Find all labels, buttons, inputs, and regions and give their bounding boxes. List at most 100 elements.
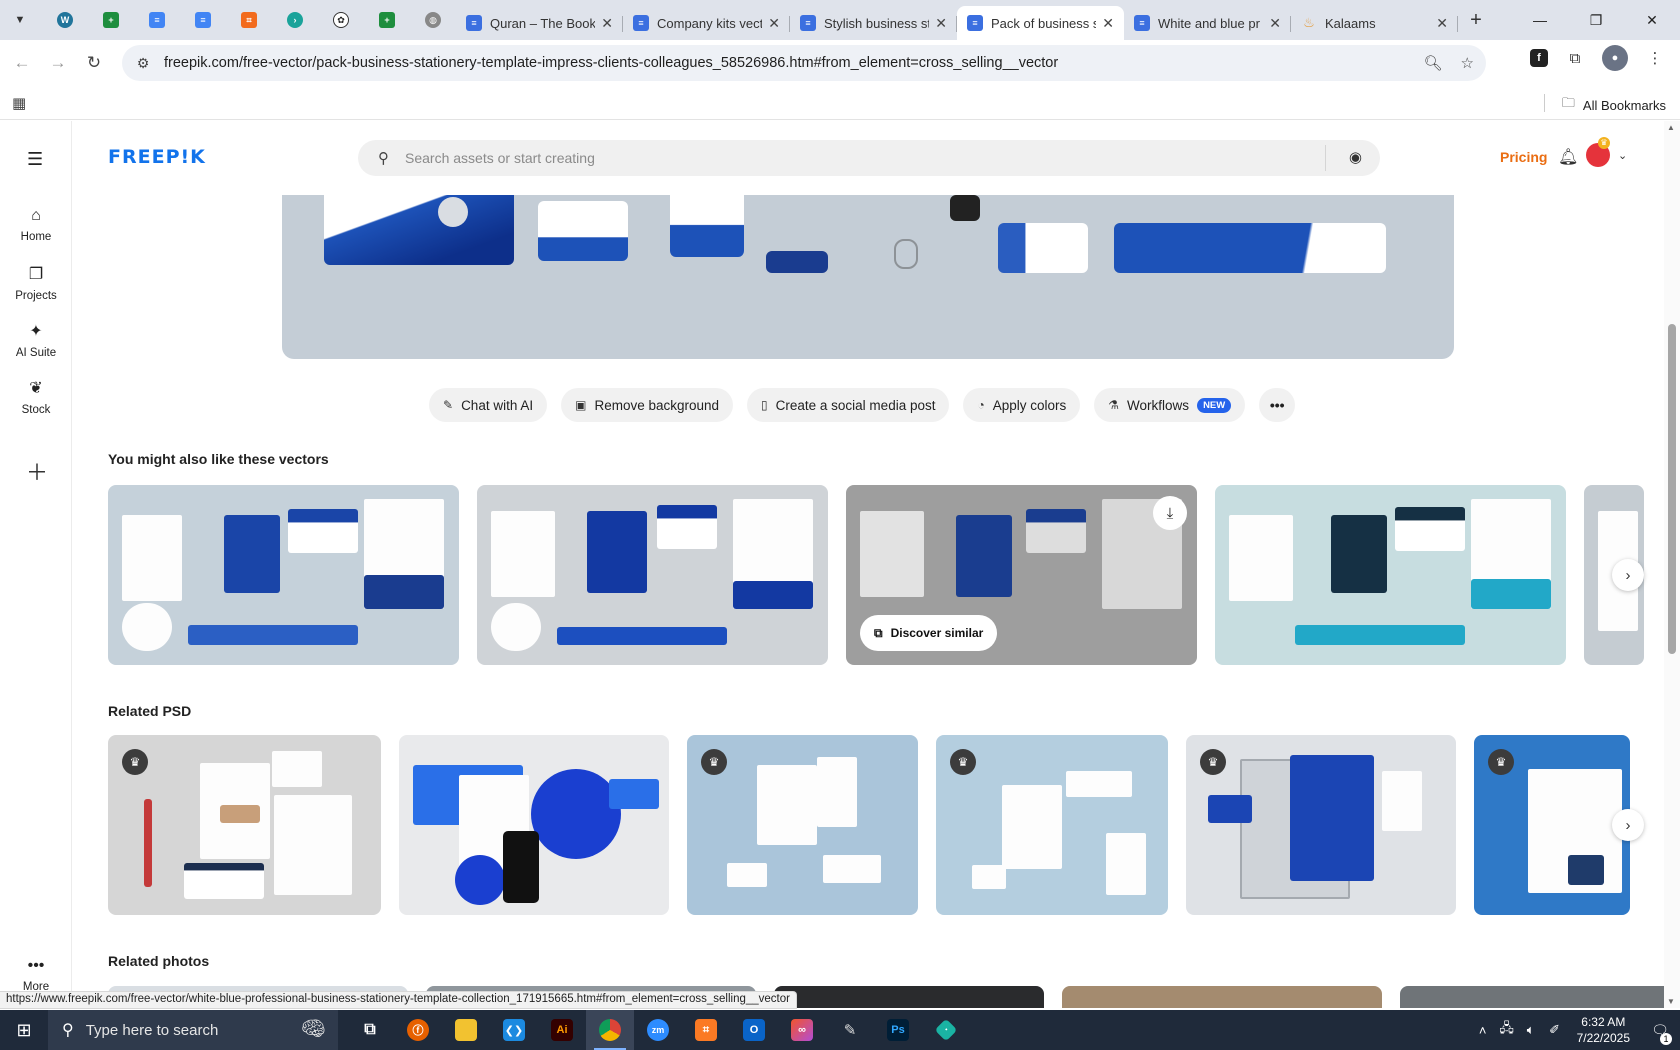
extension-f-icon[interactable]: f [1530, 49, 1548, 67]
notification-bell-icon[interactable]: 🔔︎ [1558, 147, 1578, 167]
chat-with-ai-button[interactable]: ✎ Chat with AI [429, 388, 548, 422]
user-avatar[interactable]: ♛ [1586, 137, 1610, 167]
zoom-icon[interactable]: 🔍︎ [1424, 54, 1443, 72]
vscode-icon[interactable]: ❮❯ [490, 1010, 538, 1050]
sidebar-item-home[interactable]: ⌂ Home [0, 207, 72, 243]
pricing-link[interactable]: Pricing [1500, 149, 1547, 165]
pinned-tab-wordpress[interactable]: W [42, 5, 88, 35]
tab-white-and-blue[interactable]: ≡ White and blue pr ✕ [1124, 7, 1291, 39]
photo-card[interactable] [1400, 986, 1664, 1008]
freepik-logo[interactable]: FREEP!K [108, 146, 206, 168]
photo-card[interactable] [1062, 986, 1382, 1008]
pinned-tab-arrow[interactable]: › [272, 5, 318, 35]
bookmark-star-icon[interactable]: ☆ [1461, 54, 1474, 72]
close-icon[interactable]: ✕ [1436, 15, 1448, 32]
tab-stylish-business[interactable]: ≡ Stylish business st ✕ [790, 7, 957, 39]
page-scrollbar[interactable]: ▲ ▼ [1664, 121, 1680, 1008]
all-bookmarks[interactable]: 🗀 All Bookmarks [1543, 94, 1666, 116]
outlook-icon[interactable]: O [730, 1010, 778, 1050]
psd-card[interactable]: ♛ [687, 735, 918, 915]
address-bar[interactable]: ⚙ freepik.com/free-vector/pack-business-… [122, 45, 1486, 81]
search-input[interactable] [405, 150, 1305, 166]
discover-similar-button[interactable]: ⧉ Discover similar [860, 615, 998, 651]
scrollbar-thumb[interactable] [1668, 324, 1676, 654]
forward-icon[interactable]: → [40, 45, 76, 81]
psd-card[interactable]: ♛ [936, 735, 1168, 915]
apps-grid-icon[interactable]: ▦ [12, 94, 26, 112]
pen-tool-icon[interactable]: ✎ [826, 1010, 874, 1050]
workflows-button[interactable]: ⚗ Workflows NEW [1094, 388, 1246, 422]
search-bar[interactable]: ⚲ ◉ [358, 140, 1380, 176]
photo-card[interactable] [774, 986, 1044, 1008]
firefox-icon[interactable]: ⓕ [394, 1010, 442, 1050]
sidebar-item-more[interactable]: ••• More [0, 957, 72, 993]
pinned-tab-sheets-2[interactable]: + [364, 5, 410, 35]
psd-next-arrow[interactable]: › [1612, 809, 1644, 841]
tab-pack-of-business[interactable]: ≡ Pack of business st ✕ [957, 6, 1124, 40]
photoshop-icon[interactable]: Ps [874, 1010, 922, 1050]
restore-icon[interactable]: ❐ [1568, 0, 1624, 40]
file-explorer-icon[interactable] [442, 1010, 490, 1050]
preview-image[interactable] [282, 195, 1454, 359]
download-button[interactable]: ⤓ [1153, 496, 1187, 530]
volume-icon[interactable]: 🔈︎ [1519, 1022, 1543, 1038]
psd-card[interactable] [399, 735, 669, 915]
vector-card[interactable] [1215, 485, 1566, 665]
windows-start-icon[interactable]: ⊞ [0, 1010, 48, 1050]
tab-search-chevron-icon[interactable]: ▼ [6, 6, 34, 34]
close-icon[interactable]: ✕ [601, 15, 613, 32]
extensions-puzzle-icon[interactable]: ⧉ [1562, 45, 1588, 71]
scroll-up-icon[interactable]: ▲ [1667, 123, 1675, 132]
reload-icon[interactable]: ↻ [76, 45, 112, 81]
profile-avatar[interactable]: ● [1602, 45, 1628, 71]
close-icon[interactable]: ✕ [1102, 15, 1114, 32]
camera-search-icon[interactable]: ◉ [1349, 148, 1362, 166]
pen-tray-icon[interactable]: ✐ [1543, 1022, 1567, 1038]
tab-quran[interactable]: ≡ Quran – The Book ✕ [456, 7, 623, 39]
add-icon[interactable]: ＋ [26, 455, 48, 487]
illustrator-icon[interactable]: Ai [538, 1010, 586, 1050]
pinned-tab-openai[interactable]: ✿ [318, 5, 364, 35]
sidebar-item-ai-suite[interactable]: ✦ AI Suite [0, 321, 72, 359]
network-icon[interactable]: 🖧︎ [1495, 1019, 1519, 1041]
new-tab-button[interactable]: + [1462, 9, 1490, 32]
xampp-icon[interactable]: ⌗ [682, 1010, 730, 1050]
create-social-post-button[interactable]: ▯ Create a social media post [747, 388, 950, 422]
notification-center-icon[interactable]: 🗨︎ 1 [1640, 1022, 1680, 1045]
sidebar-item-projects[interactable]: ❐ Projects [0, 264, 72, 302]
task-view-icon[interactable]: ⧉ [346, 1010, 394, 1050]
psd-card[interactable]: ♛ [108, 735, 381, 915]
taskbar-clock[interactable]: 6:32 AM 7/22/2025 [1577, 1014, 1630, 1046]
pinned-tab-docs-2[interactable]: ≡ [180, 5, 226, 35]
app-diamond-icon[interactable]: · [922, 1010, 970, 1050]
pinned-tab-docs[interactable]: ≡ [134, 5, 180, 35]
url-text[interactable]: freepik.com/free-vector/pack-business-st… [164, 55, 1058, 71]
tab-kalaams[interactable]: ♨ Kalaams ✕ [1291, 7, 1458, 39]
vector-card[interactable] [477, 485, 828, 665]
chrome-icon[interactable] [586, 1010, 634, 1050]
taskbar-search[interactable]: ⚲ Type here to search 🧠︎ [48, 1010, 338, 1050]
zoom-app-icon[interactable]: zm [634, 1010, 682, 1050]
close-icon[interactable]: ✕ [768, 15, 780, 32]
pinned-tab-shape[interactable]: ⌗ [226, 5, 272, 35]
sidebar-item-stock[interactable]: ❦ Stock [0, 378, 72, 416]
chrome-menu-icon[interactable]: ⋮ [1642, 45, 1668, 71]
close-window-icon[interactable]: ✕ [1624, 0, 1680, 40]
vectors-next-arrow[interactable]: › [1612, 559, 1644, 591]
chevron-down-icon[interactable]: ⌄ [1618, 149, 1627, 162]
apply-colors-button[interactable]: ◔ Apply colors [963, 388, 1081, 422]
pinned-tab-sheets[interactable]: + [88, 5, 134, 35]
pinned-tab-globe[interactable]: ◍ [410, 5, 456, 35]
tab-company-kits[interactable]: ≡ Company kits vect ✕ [623, 7, 790, 39]
more-actions-button[interactable]: ••• [1259, 388, 1296, 422]
vector-card[interactable] [108, 485, 459, 665]
psd-card[interactable]: ♛ [1186, 735, 1456, 915]
psd-card-partial[interactable]: ♛ [1474, 735, 1630, 915]
remove-background-button[interactable]: ▣ Remove background [561, 388, 734, 422]
close-icon[interactable]: ✕ [1269, 15, 1281, 32]
hamburger-menu-icon[interactable]: ☰ [27, 149, 43, 170]
vector-card-hovered[interactable]: ⤓ ⧉ Discover similar [846, 485, 1197, 665]
scroll-down-icon[interactable]: ▼ [1667, 997, 1675, 1006]
site-info-icon[interactable]: ⚙ [126, 55, 160, 72]
minimize-icon[interactable]: — [1512, 0, 1568, 40]
